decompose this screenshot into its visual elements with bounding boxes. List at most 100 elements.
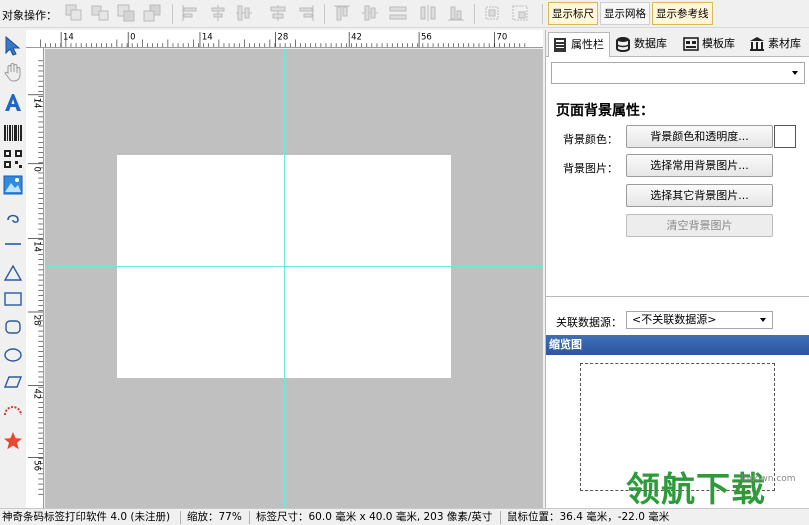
watermark-url: lhdown.com <box>741 474 796 484</box>
properties-icon <box>554 38 566 52</box>
triangle-tool-icon[interactable] <box>2 262 24 284</box>
rounded-rect-tool-icon[interactable] <box>2 316 24 338</box>
status-zoom: 缩放：77% <box>187 511 242 523</box>
museum-icon <box>750 37 764 51</box>
ruler-label: 14 <box>202 32 213 42</box>
align-middle-icon[interactable] <box>268 3 288 23</box>
status-separator <box>180 511 181 524</box>
toolbar-separator <box>474 4 475 24</box>
same-size-icon[interactable] <box>482 3 502 23</box>
toolbar-separator <box>542 4 543 24</box>
datasource-select[interactable]: <不关联数据源> <box>626 311 773 329</box>
parallelogram-tool-icon[interactable] <box>2 371 24 393</box>
ruler-label: 70 <box>497 32 508 42</box>
ungroup-icon[interactable] <box>90 3 110 23</box>
align-top-icon[interactable] <box>332 3 352 23</box>
send-back-icon[interactable] <box>142 3 162 23</box>
watermark-logo: 领航下载 <box>626 470 766 510</box>
align-bottom-icon[interactable] <box>446 3 466 23</box>
object-ops-label: 对象操作： <box>2 9 57 22</box>
datasource-label: 关联数据源： <box>556 316 622 329</box>
ruler-label: 28 <box>277 32 288 42</box>
rectangle-tool-icon[interactable] <box>2 288 24 310</box>
ruler-label: 42 <box>351 32 362 42</box>
dropdown-arrow-icon <box>760 318 766 322</box>
object-selector-combo[interactable] <box>551 62 805 84</box>
ellipse-tool-icon[interactable] <box>2 344 24 366</box>
distribute-v-icon[interactable] <box>418 3 438 23</box>
ruler-label: 28 <box>32 315 42 326</box>
ruler-label: 14 <box>32 241 42 252</box>
panel-tabs: 属性栏 数据库 模板库 素材库 <box>546 30 809 57</box>
select-arrow-icon[interactable] <box>2 35 24 57</box>
bg-image-other-button[interactable]: 选择其它背景图片... <box>626 184 773 207</box>
status-mouse-position: 鼠标位置：36.4 毫米，-22.0 毫米 <box>507 511 670 523</box>
bg-image-clear-button[interactable]: 清空背景图片 <box>626 214 773 237</box>
ruler-label: 14 <box>63 32 74 42</box>
panel-divider <box>546 296 809 297</box>
bg-color-button[interactable]: 背景颜色和透明度... <box>626 125 773 148</box>
tab-properties[interactable]: 属性栏 <box>548 32 610 57</box>
status-app: 神奇条码标签打印软件 4.0 (未注册) <box>2 511 171 523</box>
ruler-label: 0 <box>130 32 135 42</box>
design-canvas[interactable] <box>45 49 543 508</box>
arc-tool-icon[interactable] <box>2 400 24 422</box>
show-grid-button[interactable]: 显示网格 <box>600 2 650 25</box>
app-window: 对象操作： 显示标尺 显示网格 显示参考线 14 0 14 28 42 56 7… <box>0 0 809 525</box>
group-icon[interactable] <box>64 3 84 23</box>
align-left-icon[interactable] <box>180 3 200 23</box>
image-tool-icon[interactable] <box>2 174 24 196</box>
dropdown-arrow-icon <box>792 71 798 75</box>
bring-front-icon[interactable] <box>116 3 136 23</box>
align-vertical-icon[interactable] <box>234 3 254 23</box>
status-label-size: 标签尺寸：60.0 毫米 x 40.0 毫米, 203 像素/英寸 <box>256 511 493 523</box>
guide-vertical[interactable] <box>284 49 285 508</box>
bg-image-common-button[interactable]: 选择常用背景图片... <box>626 154 773 177</box>
align-center-icon[interactable] <box>208 3 228 23</box>
bg-color-label: 背景颜色： <box>563 133 618 146</box>
tab-templates[interactable]: 模板库 <box>680 32 744 57</box>
qrcode-tool-icon[interactable] <box>2 148 24 170</box>
tab-materials[interactable]: 素材库 <box>746 32 809 57</box>
tab-database-label: 数据库 <box>634 37 667 50</box>
guide-horizontal[interactable] <box>45 266 543 267</box>
curve-tool-icon[interactable] <box>2 206 24 228</box>
ruler-label: 42 <box>32 389 42 400</box>
bg-color-swatch[interactable] <box>774 125 796 148</box>
star-tool-icon[interactable] <box>2 430 24 452</box>
toolbar-separator <box>172 4 173 24</box>
show-ruler-button[interactable]: 显示标尺 <box>548 2 598 25</box>
status-separator <box>249 511 250 524</box>
ruler-label: 14 <box>32 98 42 109</box>
ruler-label: 0 <box>32 167 42 172</box>
toolbar-separator <box>324 4 325 24</box>
object-toolbar: 对象操作： 显示标尺 显示网格 显示参考线 <box>0 0 809 28</box>
line-tool-icon[interactable] <box>2 233 24 255</box>
ruler-label: 56 <box>421 32 432 42</box>
tab-database[interactable]: 数据库 <box>612 32 678 57</box>
distribute-h-icon[interactable] <box>388 3 408 23</box>
align-hcenter-icon[interactable] <box>360 3 380 23</box>
status-bar: 神奇条码标签打印软件 4.0 (未注册) 缩放：77% 标签尺寸：60.0 毫米… <box>0 508 809 525</box>
tab-materials-label: 素材库 <box>768 37 801 50</box>
preview-header: 缩览图 <box>546 335 809 355</box>
right-panel: 属性栏 数据库 模板库 素材库 页面背景属性： 背景颜色： 背景颜色和透明度..… <box>545 30 809 510</box>
section-title: 页面背景属性： <box>556 103 654 119</box>
status-separator <box>500 511 501 524</box>
vertical-ruler: 14 0 14 28 42 56 <box>26 48 44 508</box>
fit-size-icon[interactable] <box>510 3 530 23</box>
barcode-tool-icon[interactable] <box>2 122 24 144</box>
text-tool-icon[interactable] <box>2 92 24 114</box>
tab-properties-label: 属性栏 <box>571 38 604 51</box>
tab-templates-label: 模板库 <box>702 37 735 50</box>
hand-pan-icon[interactable] <box>2 61 24 83</box>
bg-image-label: 背景图片： <box>563 162 618 175</box>
template-icon <box>683 37 699 51</box>
database-icon <box>616 37 630 52</box>
datasource-value: <不关联数据源> <box>632 313 717 326</box>
horizontal-ruler: 14 0 14 28 42 56 70 <box>26 30 543 48</box>
show-guides-button[interactable]: 显示参考线 <box>652 2 713 25</box>
align-right-icon[interactable] <box>296 3 316 23</box>
drawing-tools <box>0 30 26 508</box>
ruler-label: 56 <box>32 460 42 471</box>
